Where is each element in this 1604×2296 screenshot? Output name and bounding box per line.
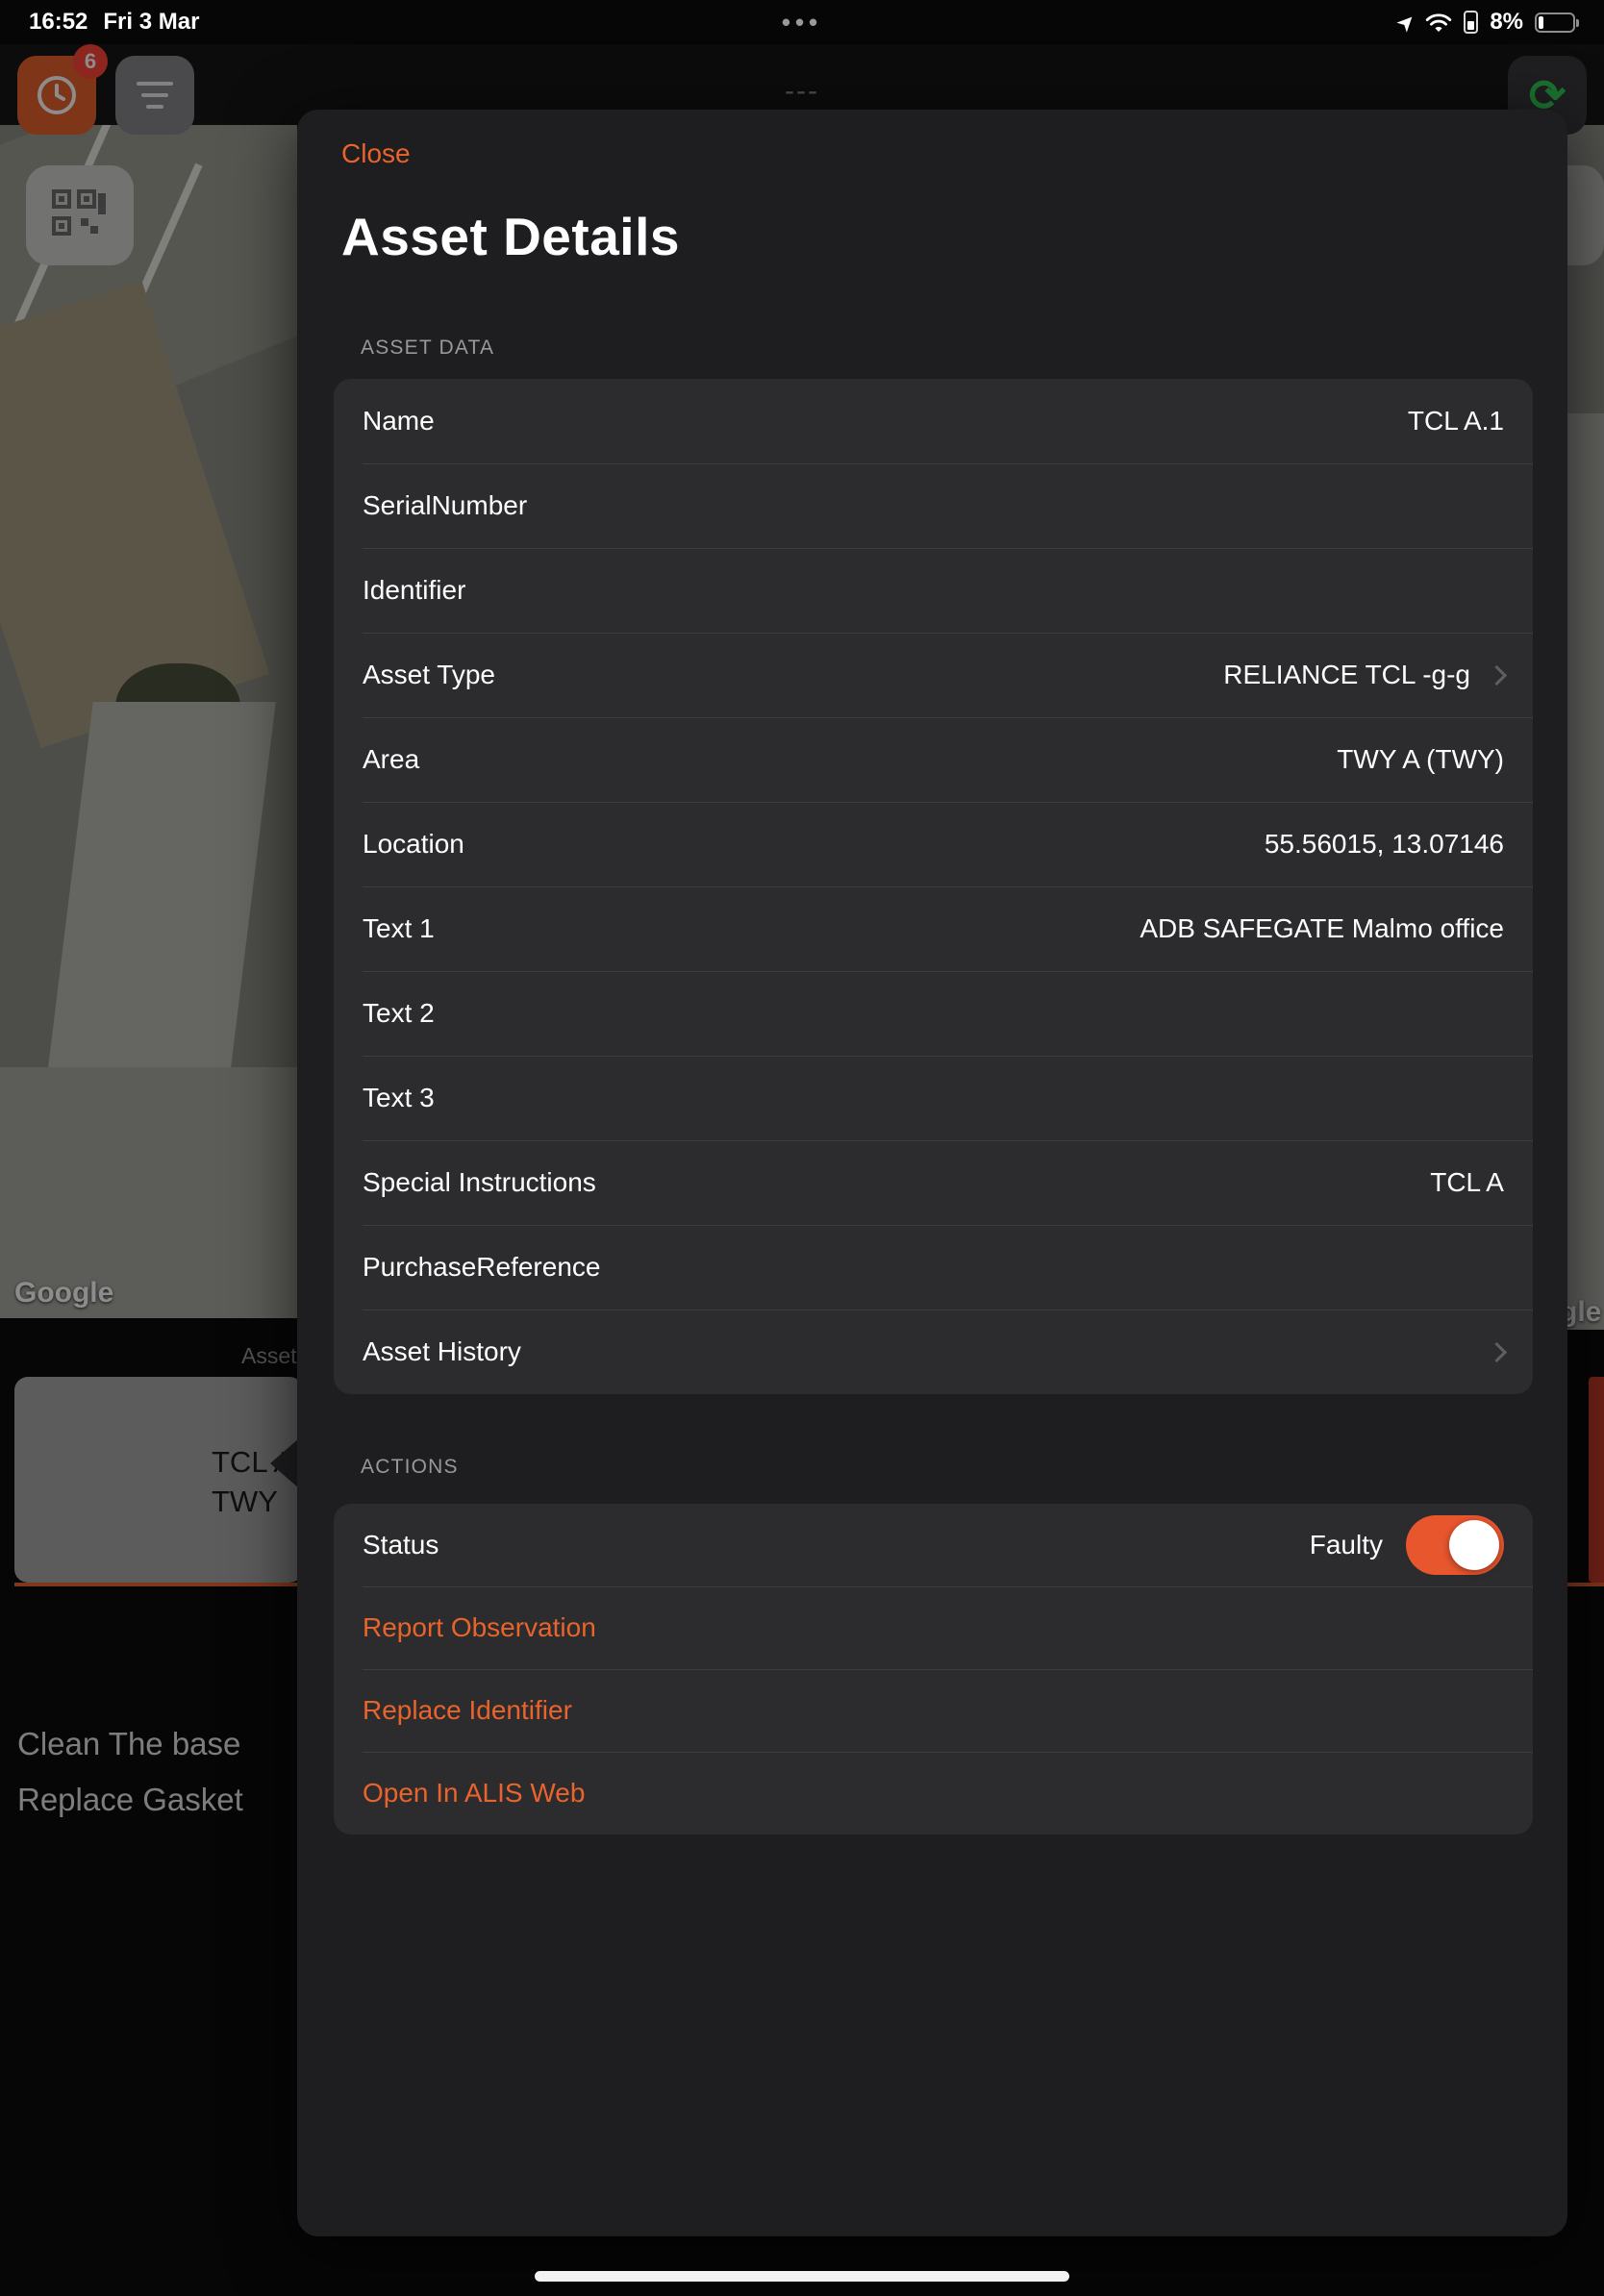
accessory-battery-icon: [1464, 11, 1478, 34]
battery-icon: [1535, 12, 1575, 33]
open-in-alis-web-button[interactable]: Open In ALIS Web: [334, 1752, 1533, 1834]
status-value: Faulty: [1310, 1530, 1383, 1560]
replace-identifier-button[interactable]: Replace Identifier: [334, 1669, 1533, 1752]
status-toggle[interactable]: [1406, 1515, 1504, 1575]
table-row-asset-history[interactable]: Asset History: [334, 1310, 1533, 1394]
table-row-text3[interactable]: Text 3: [334, 1056, 1533, 1140]
table-row-purchasereference[interactable]: PurchaseReference: [334, 1225, 1533, 1310]
table-row-location[interactable]: Location 55.56015, 13.07146: [334, 802, 1533, 886]
close-button[interactable]: Close: [341, 138, 411, 169]
status-bar: 16:52 Fri 3 Mar ••• ➤ 8%: [0, 0, 1604, 44]
table-row-area[interactable]: Area TWY A (TWY): [334, 717, 1533, 802]
callout-pointer: [270, 1438, 299, 1488]
page-title: Asset Details: [341, 206, 680, 267]
table-row-serialnumber[interactable]: SerialNumber: [334, 463, 1533, 548]
status-date: Fri 3 Mar: [103, 9, 199, 36]
table-row-name[interactable]: Name TCL A.1: [334, 379, 1533, 463]
battery-percent: 8%: [1490, 9, 1523, 36]
section-header-actions: ACTIONS: [361, 1456, 459, 1479]
table-row-identifier[interactable]: Identifier: [334, 548, 1533, 633]
location-arrow-icon: ➤: [1391, 8, 1420, 36]
asset-data-table: Name TCL A.1 SerialNumber Identifier Ass…: [334, 379, 1533, 1394]
status-time: 16:52: [29, 9, 88, 36]
table-row-asset-type[interactable]: Asset Type RELIANCE TCL -g-g: [334, 633, 1533, 717]
table-row-status: Status Faulty: [334, 1504, 1533, 1586]
chevron-right-icon: [1487, 664, 1507, 685]
table-row-text2[interactable]: Text 2: [334, 971, 1533, 1056]
wifi-icon: [1425, 12, 1452, 33]
table-row-special-instructions[interactable]: Special Instructions TCL A: [334, 1140, 1533, 1225]
multitask-dots-icon: •••: [782, 8, 822, 37]
section-header-asset-data: ASSET DATA: [361, 337, 494, 360]
report-observation-button[interactable]: Report Observation: [334, 1586, 1533, 1669]
asset-details-sheet: Close Asset Details ASSET DATA Name TCL …: [297, 110, 1567, 2236]
chevron-right-icon: [1487, 1341, 1507, 1361]
toggle-knob: [1449, 1520, 1499, 1570]
actions-table: Status Faulty Report Observation Replace…: [334, 1504, 1533, 1834]
table-row-text1[interactable]: Text 1 ADB SAFEGATE Malmo office: [334, 886, 1533, 971]
home-indicator[interactable]: [535, 2271, 1069, 2282]
